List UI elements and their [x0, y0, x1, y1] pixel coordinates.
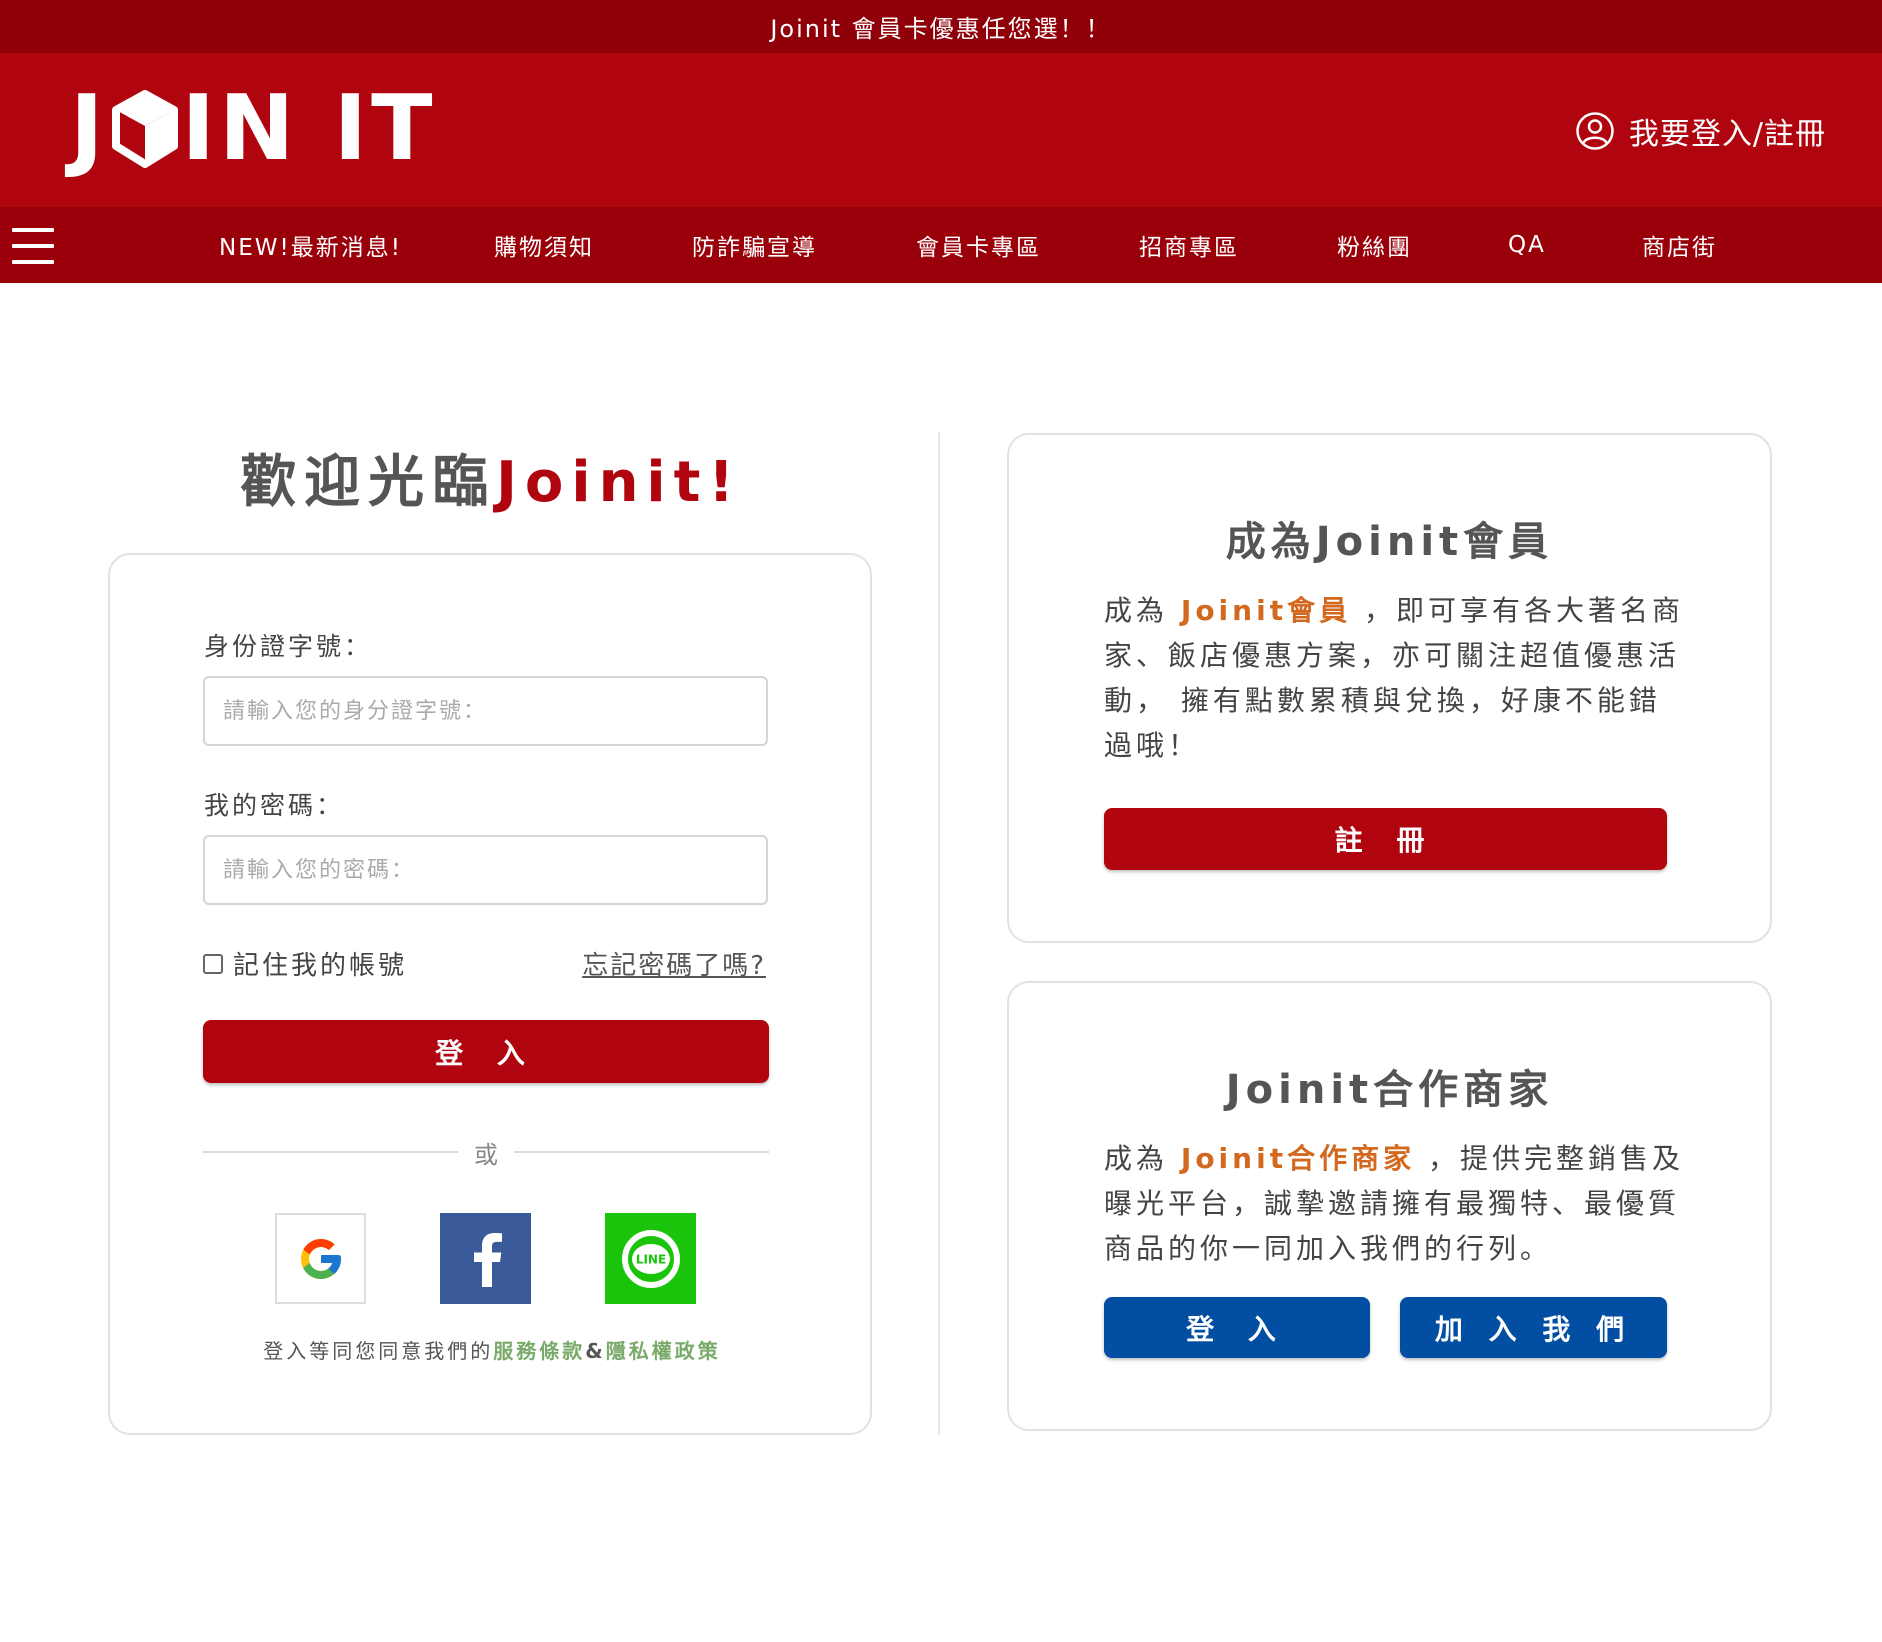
- login-register-link[interactable]: 我要登入/註冊: [1575, 109, 1826, 153]
- password-input[interactable]: [203, 835, 768, 905]
- partner-text-highlight: Joinit合作商家: [1180, 1142, 1416, 1175]
- nav-item-shopping-guide[interactable]: 購物須知: [494, 207, 594, 283]
- nav-item-anti-fraud[interactable]: 防詐騙宣導: [692, 207, 817, 283]
- login-button-label: 登 入: [435, 1036, 537, 1070]
- site-logo[interactable]: J IN IT: [70, 84, 437, 174]
- google-icon: [300, 1238, 341, 1279]
- main-nav: NEW!最新消息! 購物須知 防詐騙宣導 會員卡專區 招商專區 粉絲團 QA 商…: [0, 207, 1882, 283]
- partner-card-text: 成為 Joinit合作商家 ，提供完整銷售及曝光平台，誠摯邀請擁有最獨特、最優質…: [1104, 1136, 1684, 1271]
- agreement-prefix: 登入等同您同意我們的: [263, 1339, 494, 1363]
- nav-item-news[interactable]: NEW!最新消息!: [219, 207, 402, 283]
- partner-login-button[interactable]: 登 入: [1104, 1297, 1370, 1358]
- line-login-button[interactable]: LINE: [605, 1213, 696, 1304]
- welcome-brand: Joinit!: [496, 450, 742, 515]
- register-button-label: 註 冊: [1334, 824, 1437, 857]
- logo-letter-j: J: [70, 76, 108, 181]
- partner-login-label: 登 入: [1186, 1312, 1288, 1346]
- privacy-policy-link[interactable]: 隱私權政策: [606, 1339, 721, 1363]
- member-text-highlight: Joinit會員: [1180, 594, 1352, 627]
- facebook-icon: [473, 1232, 502, 1287]
- remember-label: 記住我的帳號: [233, 951, 408, 981]
- partner-text-prefix: 成為: [1104, 1142, 1181, 1175]
- id-number-input[interactable]: [203, 676, 768, 746]
- site-header: J IN IT 我要登入/註冊: [0, 53, 1882, 207]
- partner-card-title: Joinit合作商家: [1225, 1067, 1554, 1113]
- member-card-text: 成為 Joinit會員 ，即可享有各大著名商家、飯店優惠方案，亦可關注超值優惠活…: [1104, 588, 1684, 768]
- or-divider: 或: [203, 1132, 769, 1172]
- line-icon: LINE: [621, 1229, 680, 1288]
- column-divider: [938, 432, 940, 1435]
- nav-item-qa[interactable]: QA: [1508, 207, 1546, 283]
- user-icon: [1576, 112, 1614, 150]
- nav-item-fan-page[interactable]: 粉絲團: [1337, 207, 1412, 283]
- announcement-bar: Joinit 會員卡優惠任您選！！: [0, 0, 1882, 53]
- nav-item-member-card[interactable]: 會員卡專區: [916, 207, 1041, 283]
- agreement-amp: &: [585, 1339, 606, 1363]
- line-badge-text: LINE: [635, 1252, 665, 1266]
- or-label: 或: [474, 1140, 498, 1169]
- remember-account[interactable]: 記住我的帳號: [203, 945, 407, 982]
- remember-checkbox[interactable]: [203, 953, 223, 974]
- cube-icon: [111, 90, 178, 168]
- member-text-prefix: 成為: [1104, 594, 1181, 627]
- member-card-title: 成為Joinit會員: [1225, 519, 1554, 565]
- nav-item-merchant[interactable]: 招商專區: [1139, 207, 1239, 283]
- announcement-text: Joinit 會員卡優惠任您選！！: [770, 15, 1112, 43]
- join-us-button[interactable]: 加 入 我 們: [1400, 1297, 1667, 1358]
- login-card: 身份證字號： 我的密碼： 記住我的帳號 忘記密碼了嗎? 登 入 或 LINE: [108, 553, 872, 1435]
- login-register-label: 我要登入/註冊: [1628, 117, 1826, 152]
- partner-card: Joinit合作商家 成為 Joinit合作商家 ，提供完整銷售及曝光平台，誠摯…: [1007, 981, 1772, 1431]
- login-button[interactable]: 登 入: [203, 1020, 769, 1083]
- password-label: 我的密碼：: [204, 791, 345, 820]
- welcome-title: 歡迎光臨Joinit!: [110, 437, 872, 518]
- hamburger-menu-icon[interactable]: [12, 228, 54, 264]
- agreement-text: 登入等同您同意我們的服務條款&隱私權政策: [110, 1335, 874, 1364]
- forgot-password-link[interactable]: 忘記密碼了嗎?: [582, 945, 766, 982]
- join-us-label: 加 入 我 們: [1434, 1312, 1633, 1346]
- facebook-login-button[interactable]: [440, 1213, 531, 1304]
- welcome-prefix: 歡迎光臨: [240, 450, 497, 515]
- google-login-button[interactable]: [275, 1213, 366, 1304]
- terms-of-service-link[interactable]: 服務條款: [493, 1339, 585, 1363]
- nav-item-shop-street[interactable]: 商店街: [1642, 207, 1717, 283]
- id-label: 身份證字號：: [204, 632, 373, 661]
- register-button[interactable]: 註 冊: [1104, 808, 1667, 870]
- member-card: 成為Joinit會員 成為 Joinit會員 ，即可享有各大著名商家、飯店優惠方…: [1007, 433, 1772, 943]
- logo-text-in-it: IN IT: [181, 76, 437, 181]
